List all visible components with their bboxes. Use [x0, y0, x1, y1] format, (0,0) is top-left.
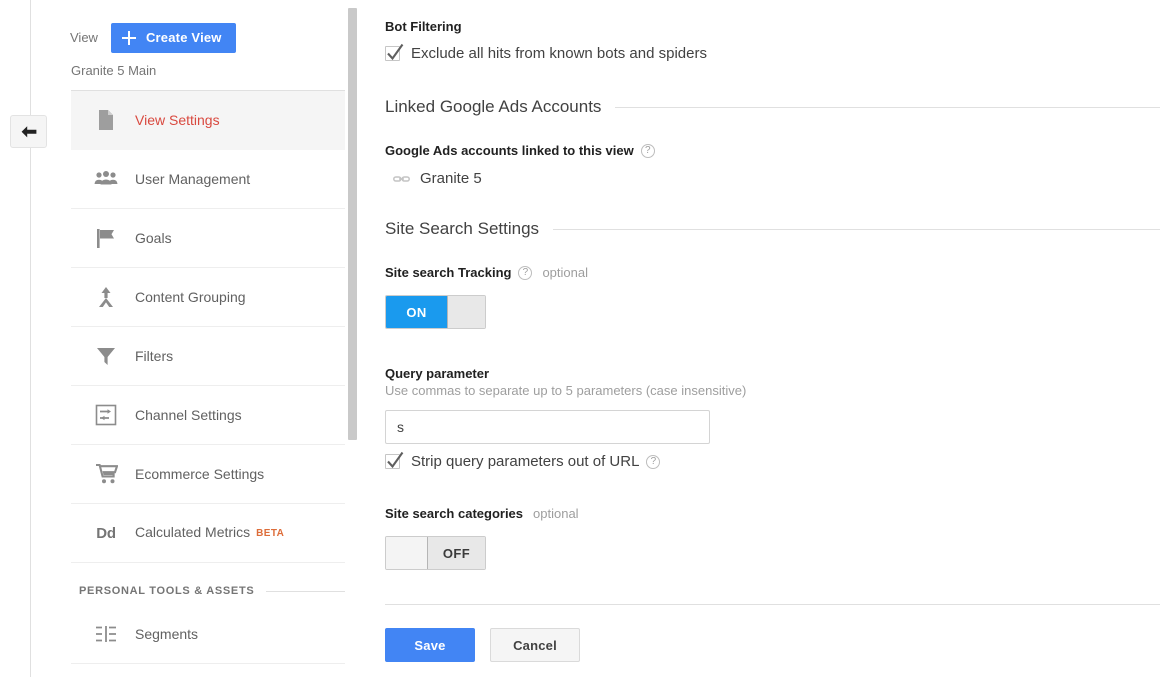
- sidebar-section-personal-tools: PERSONAL TOOLS & ASSETS: [71, 563, 345, 605]
- strip-query-params-checkbox[interactable]: [385, 451, 404, 470]
- bot-filtering-checkbox-label: Exclude all hits from known bots and spi…: [411, 45, 707, 62]
- sidebar-item-label: Content Grouping: [135, 289, 246, 305]
- sidebar-item-goals[interactable]: Goals: [71, 209, 345, 268]
- footer-divider: [385, 604, 1160, 605]
- sidebar-item-label: User Management: [135, 171, 251, 187]
- save-button[interactable]: Save: [385, 628, 475, 662]
- sidebar-item-content-grouping[interactable]: Content Grouping: [71, 268, 345, 327]
- toggle-on-label: ON: [386, 296, 448, 328]
- toggle-knob: [448, 296, 485, 328]
- back-arrow-icon: [20, 125, 38, 139]
- toggle-knob: [386, 537, 428, 569]
- site-search-tracking-label: Site search Tracking: [385, 265, 512, 280]
- sidebar-item-label: Channel Settings: [135, 407, 242, 423]
- linked-ads-section-title: Linked Google Ads Accounts: [385, 97, 602, 116]
- optional-tag: optional: [542, 265, 588, 280]
- sidebar-item-calculated-metrics[interactable]: Dd Calculated Metrics BETA: [71, 504, 345, 563]
- beta-badge: BETA: [256, 528, 285, 539]
- sidebar-item-label: Ecommerce Settings: [135, 466, 265, 482]
- flag-icon: [94, 226, 118, 250]
- help-icon[interactable]: ?: [518, 265, 533, 280]
- sidebar-section-label: PERSONAL TOOLS & ASSETS: [79, 585, 255, 597]
- site-search-section: Site Search Settings Site search Trackin…: [385, 218, 1160, 574]
- collapse-sidebar-button[interactable]: [10, 115, 47, 148]
- dd-icon: Dd: [96, 524, 116, 542]
- linked-ads-field-label: Google Ads accounts linked to this view: [385, 143, 634, 158]
- sidebar-item-label: Calculated Metrics BETA: [135, 524, 285, 540]
- linked-ads-section-header: Linked Google Ads Accounts: [385, 96, 1160, 118]
- people-icon: [94, 167, 118, 191]
- sidebar-item-label: Filters: [135, 348, 174, 364]
- chain-link-icon: [393, 174, 410, 184]
- help-icon[interactable]: ?: [640, 143, 655, 158]
- funnel-icon: [94, 344, 118, 368]
- section-rule: [615, 106, 1160, 108]
- query-parameter-title: Query parameter: [385, 366, 490, 381]
- query-parameter-hint: Use commas to separate up to 5 parameter…: [385, 383, 747, 398]
- query-parameter-block: Query parameter Use commas to separate u…: [385, 365, 1160, 471]
- view-settings-page: View Create View Granite 5 Main View Set…: [0, 0, 1160, 677]
- site-search-categories-toggle[interactable]: OFF: [385, 536, 486, 570]
- current-view-name: Granite 5 Main: [71, 63, 157, 78]
- sidebar-section-rule: [266, 590, 345, 592]
- sidebar-item-channel-settings[interactable]: Channel Settings: [71, 386, 345, 445]
- site-search-categories-label: Site search categories: [385, 506, 524, 521]
- site-search-tracking-label-row: Site search Tracking ? optional: [385, 264, 1160, 281]
- linked-ads-section: Linked Google Ads Accounts Google Ads ac…: [385, 96, 1160, 188]
- linked-ads-field-row: Google Ads accounts linked to this view …: [385, 142, 1160, 159]
- toggle-off-label: OFF: [428, 537, 485, 569]
- create-view-button-label: Create View: [145, 30, 222, 45]
- create-view-button[interactable]: Create View: [110, 22, 236, 53]
- query-parameter-input[interactable]: [385, 410, 710, 444]
- linked-account-name: Granite 5: [420, 170, 482, 187]
- site-search-section-header: Site Search Settings: [385, 218, 1160, 240]
- sidebar-item-ecommerce-settings[interactable]: Ecommerce Settings: [71, 445, 345, 504]
- sidebar-item-label: Goals: [135, 230, 172, 246]
- segments-icon: [94, 622, 118, 646]
- main-content: Bot Filtering Exclude all hits from know…: [385, 0, 1160, 677]
- site-search-tracking-toggle[interactable]: ON: [385, 295, 486, 329]
- help-icon[interactable]: ?: [646, 454, 661, 469]
- shopping-cart-icon: [94, 462, 118, 486]
- bot-filtering-block: Bot Filtering Exclude all hits from know…: [385, 18, 707, 63]
- sidebar-scrollbar-thumb[interactable]: [348, 8, 357, 440]
- site-search-categories-label-row: Site search categories optional: [385, 505, 1160, 522]
- sidebar-item-label: Segments: [135, 626, 199, 642]
- rail-divider: [30, 0, 31, 677]
- sidebar-item-user-management[interactable]: User Management: [71, 150, 345, 209]
- sidebar-item-label: View Settings: [135, 112, 220, 128]
- site-search-categories-block: Site search categories optional OFF: [385, 505, 1160, 574]
- sidebar-nav-list: View Settings User Management Goals Cont…: [60, 91, 355, 664]
- sidebar-item-filters[interactable]: Filters: [71, 327, 345, 386]
- bot-filtering-checkbox-row[interactable]: Exclude all hits from known bots and spi…: [385, 43, 707, 63]
- bot-filtering-checkbox[interactable]: [385, 43, 404, 62]
- view-header: View Create View: [60, 0, 355, 54]
- bot-filtering-title: Bot Filtering: [385, 19, 462, 34]
- cancel-button[interactable]: Cancel: [490, 628, 580, 662]
- sidebar-item-segments[interactable]: Segments: [71, 605, 345, 664]
- strip-query-params-label: Strip query parameters out of URL: [411, 453, 640, 470]
- plus-icon: [121, 30, 137, 46]
- site-search-section-title: Site Search Settings: [385, 219, 540, 238]
- sidebar-item-view-settings[interactable]: View Settings: [71, 91, 345, 150]
- section-rule: [553, 228, 1160, 230]
- channel-settings-icon: [94, 403, 118, 427]
- content-grouping-icon: [94, 285, 118, 309]
- document-icon: [94, 108, 118, 132]
- strip-query-params-row[interactable]: Strip query parameters out of URL ?: [385, 451, 1160, 471]
- sidebar: View Create View Granite 5 Main View Set…: [60, 0, 355, 677]
- linked-account-item: Granite 5: [385, 169, 1160, 188]
- footer-actions: Save Cancel: [385, 628, 580, 662]
- view-label: View: [70, 29, 98, 45]
- optional-tag: optional: [533, 506, 579, 521]
